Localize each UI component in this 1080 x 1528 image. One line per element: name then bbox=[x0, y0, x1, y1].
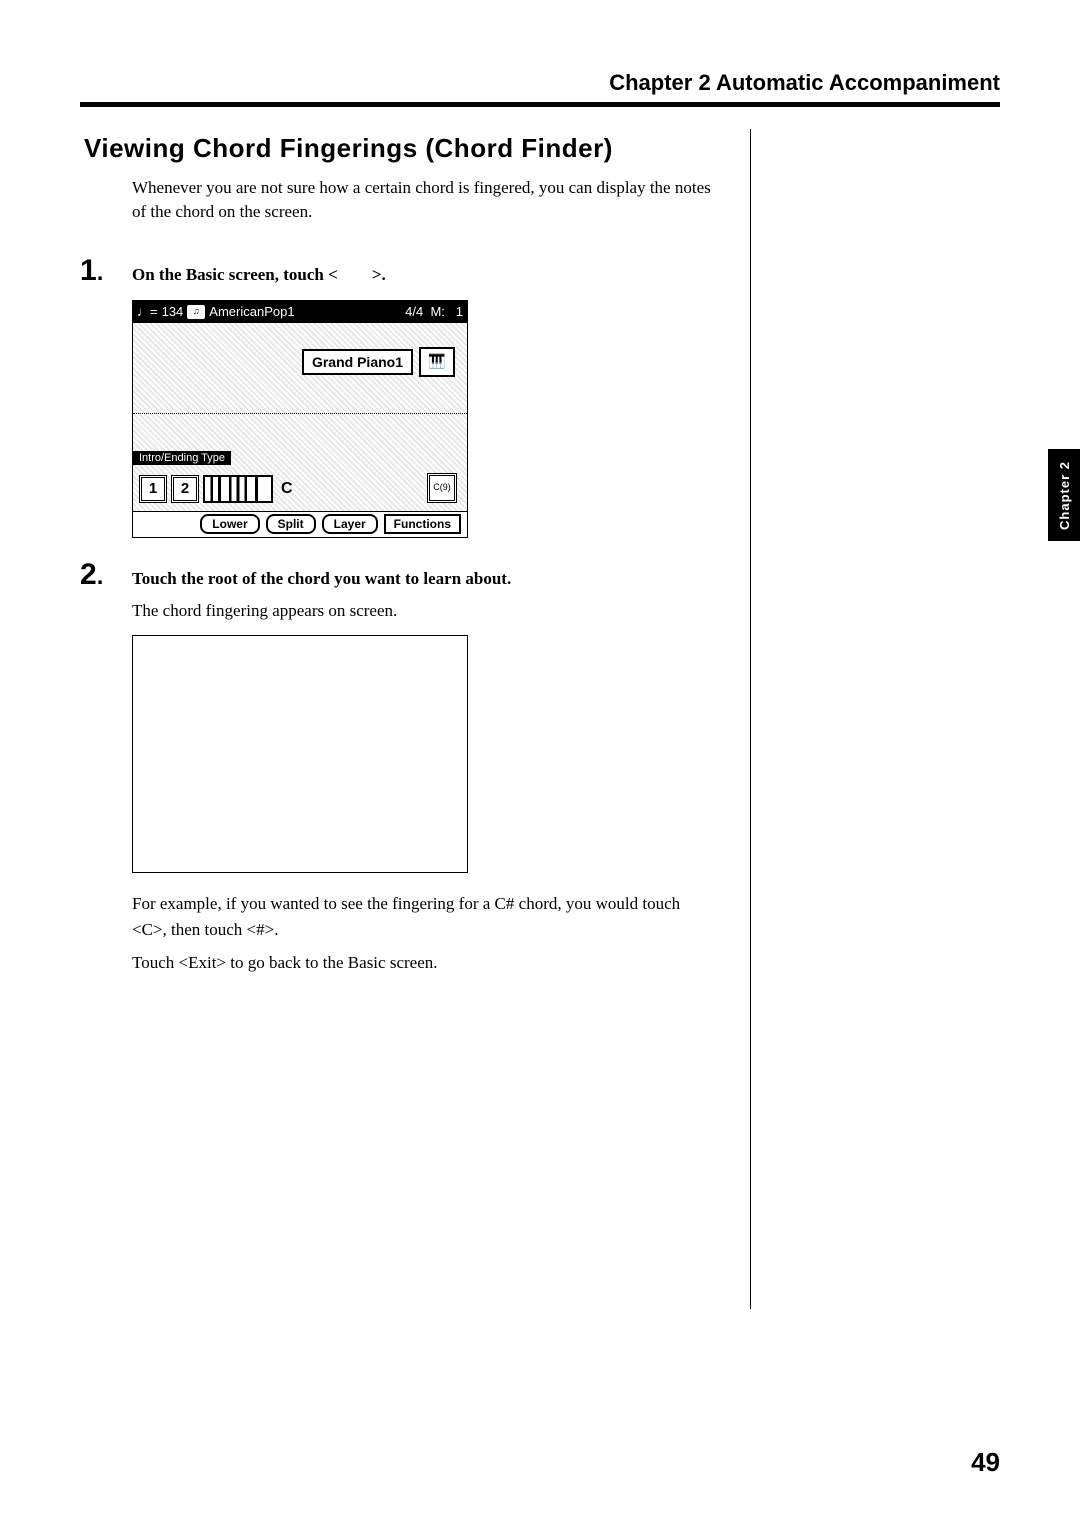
screen-bottom-buttons: Lower Split Layer Functions bbox=[133, 511, 467, 537]
layer-button[interactable]: Layer bbox=[322, 514, 378, 534]
step-heading: Touch the root of the chord you want to … bbox=[132, 567, 511, 591]
lower-button[interactable]: Lower bbox=[200, 514, 259, 534]
section-title: Viewing Chord Fingerings (Chord Finder) bbox=[84, 133, 750, 164]
body-text: Touch <Exit> to go back to the Basic scr… bbox=[132, 950, 712, 976]
step-heading: On the Basic screen, touch < >. bbox=[132, 263, 386, 287]
intro-type-2-button[interactable]: 2 bbox=[171, 475, 199, 503]
step-body: The chord fingering appears on screen. bbox=[132, 598, 712, 624]
style-name: AmericanPop1 bbox=[209, 304, 294, 319]
step-number: 2. bbox=[80, 558, 132, 592]
dotted-divider bbox=[133, 413, 467, 414]
body-text: For example, if you wanted to see the fi… bbox=[132, 891, 712, 942]
intro-ending-row: 1 2 C bbox=[139, 475, 293, 503]
page: Chapter 2 Automatic Accompaniment Viewin… bbox=[0, 0, 1080, 1528]
chapter-header: Chapter 2 Automatic Accompaniment bbox=[80, 70, 1000, 96]
margin-column: Chapter 2 bbox=[750, 129, 1000, 1309]
time-signature: 4/4 bbox=[405, 304, 423, 319]
step-1: 1. On the Basic screen, touch < >. bbox=[80, 254, 750, 288]
chord-root-letter: C bbox=[281, 480, 293, 498]
style-icon: ♫ bbox=[187, 305, 205, 319]
intro-ending-label: Intro/Ending Type bbox=[133, 451, 231, 465]
main-column: Viewing Chord Fingerings (Chord Finder) … bbox=[80, 129, 750, 1309]
tone-display: Grand Piano1 🎹 bbox=[302, 347, 455, 377]
chord-finder-screen-placeholder bbox=[132, 635, 468, 873]
step-number: 1. bbox=[80, 254, 132, 288]
tempo-note-icon: ♩= bbox=[137, 304, 158, 319]
page-number: 49 bbox=[971, 1447, 1000, 1478]
functions-button[interactable]: Functions bbox=[384, 514, 461, 534]
tempo-value: 134 bbox=[162, 304, 184, 319]
chapter-tab: Chapter 2 bbox=[1048, 449, 1080, 541]
measure-value: 1 bbox=[456, 304, 463, 319]
chord-finder-button[interactable]: C(9) bbox=[427, 473, 457, 503]
split-button[interactable]: Split bbox=[266, 514, 316, 534]
basic-screen-illustration: ♩= 134 ♫ AmericanPop1 4/4 M: 1 Grand Pian… bbox=[132, 300, 468, 538]
content-columns: Viewing Chord Fingerings (Chord Finder) … bbox=[80, 129, 1000, 1309]
body-text: The chord fingering appears on screen. bbox=[132, 598, 712, 624]
step-followup: For example, if you wanted to see the fi… bbox=[132, 891, 712, 976]
screen-main-area: Grand Piano1 🎹 Intro/Ending Type 1 2 C C… bbox=[133, 323, 467, 511]
screen-status-bar: ♩= 134 ♫ AmericanPop1 4/4 M: 1 bbox=[133, 301, 467, 323]
intro-type-1-button[interactable]: 1 bbox=[139, 475, 167, 503]
horizontal-rule bbox=[80, 102, 1000, 107]
tone-name: Grand Piano1 bbox=[302, 349, 413, 375]
mini-keyboard-icon bbox=[203, 475, 273, 503]
measure-label: M: bbox=[430, 304, 444, 319]
piano-icon: 🎹 bbox=[419, 347, 455, 377]
step-2: 2. Touch the root of the chord you want … bbox=[80, 558, 750, 624]
intro-paragraph: Whenever you are not sure how a certain … bbox=[132, 176, 712, 224]
